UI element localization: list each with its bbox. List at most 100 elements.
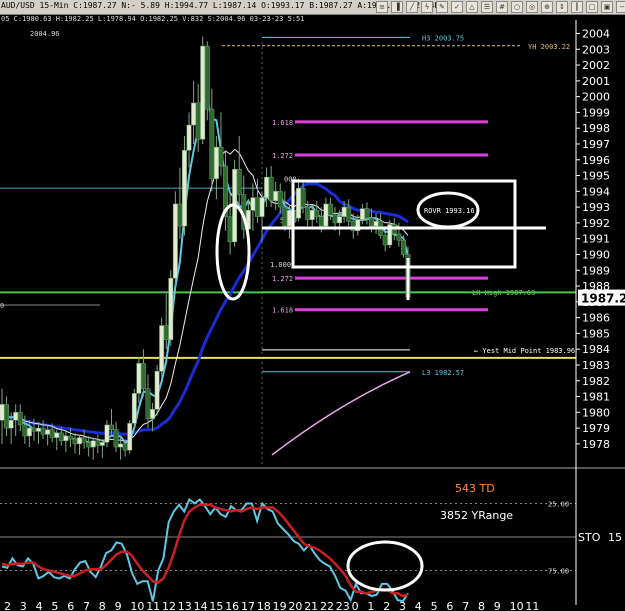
candle <box>264 176 270 198</box>
candle <box>346 206 352 222</box>
rovr-label: ROVR 1993.16 <box>424 207 475 215</box>
time-axis-label: 3 <box>20 600 27 611</box>
time-axis-label: 2 <box>383 600 390 611</box>
candle <box>186 124 192 151</box>
candle <box>45 429 51 435</box>
candle <box>373 221 379 227</box>
candle <box>296 187 301 219</box>
time-axis-label: 6 <box>446 600 453 611</box>
candle <box>26 427 32 437</box>
price-tick-label: 1997 <box>582 138 610 151</box>
fast-moving-average <box>1 97 409 445</box>
candle <box>236 168 242 195</box>
fib-level-label: 1.618 <box>272 307 293 315</box>
price-chart: 2004.96H3 2003.75YH 2003.22LH High 1987.… <box>0 30 576 466</box>
candle <box>182 150 187 227</box>
candle <box>314 210 320 217</box>
candle <box>67 435 73 440</box>
candle <box>104 424 110 443</box>
candle <box>286 210 292 227</box>
candle <box>309 210 315 220</box>
time-axis-label: 20 <box>288 600 302 611</box>
time-axis-label: 7 <box>83 600 90 611</box>
price-tick-label: 1994 <box>582 185 610 198</box>
candle <box>218 146 224 167</box>
time-axis-label: 21 <box>304 600 318 611</box>
level-label: YH 2003.22 <box>528 43 570 51</box>
price-tick-label: 2003 <box>582 43 610 56</box>
td-label: 543 TD <box>455 482 495 495</box>
time-axis-label: 18 <box>257 600 271 611</box>
candle <box>268 176 274 202</box>
candle <box>195 102 201 140</box>
candle <box>337 216 343 224</box>
left-marker-label: 0 <box>0 302 4 310</box>
fib-level-label: 1.272 <box>272 275 293 283</box>
price-tick-label: 2004 <box>582 27 610 40</box>
candle <box>327 203 333 216</box>
time-axis-label: 10 <box>510 600 524 611</box>
candle <box>150 408 155 419</box>
price-tick-label: 1982 <box>582 375 610 388</box>
time-axis-label: 17 <box>241 600 255 611</box>
price-tick-label: 1995 <box>582 170 610 183</box>
candle <box>99 442 105 446</box>
candle <box>163 325 169 340</box>
candle <box>277 191 283 208</box>
candle <box>209 108 215 179</box>
candle <box>364 208 370 219</box>
price-tick-label: 1986 <box>582 312 610 325</box>
price-tick-label: 1998 <box>582 122 610 135</box>
candle <box>0 404 5 421</box>
oscillator-panel: 25.00 75.00 STO 15 543 TD 3852 YRange <box>0 467 625 603</box>
price-tick-label: 1996 <box>582 154 610 167</box>
candle <box>49 429 55 438</box>
oscillator-ellipse <box>346 540 424 592</box>
candle <box>17 412 23 426</box>
zone-bottom-label: 1.000 <box>270 261 291 269</box>
candle <box>118 443 124 448</box>
price-tick-label: 1980 <box>582 406 610 419</box>
time-axis-label: 15 <box>209 600 223 611</box>
candle <box>36 427 41 432</box>
candle <box>369 217 374 227</box>
time-axis-label: 13 <box>178 600 192 611</box>
time-axis-label: 14 <box>194 600 208 611</box>
time-axis-label: 6 <box>67 600 74 611</box>
candle <box>200 45 206 140</box>
time-axis-label: 11 <box>525 600 539 611</box>
candle <box>282 206 288 227</box>
time-axis-label: 8 <box>478 600 485 611</box>
price-tick-label: 1989 <box>582 264 610 277</box>
candle <box>318 216 324 227</box>
time-axis-label: 7 <box>462 600 469 611</box>
time-axis-label: 9 <box>494 600 501 611</box>
candle <box>31 427 37 432</box>
time-axis-label: 4 <box>415 600 422 611</box>
price-tick-label: 1993 <box>582 201 610 214</box>
time-axis-label: 16 <box>225 600 239 611</box>
candle <box>40 427 46 435</box>
price-tick-label: 1991 <box>582 233 610 246</box>
candle <box>300 187 306 208</box>
level-label: H3 2003.75 <box>422 34 464 42</box>
time-axis-label: 4 <box>36 600 43 611</box>
chart-canvas[interactable]: 2004.96H3 2003.75YH 2003.22LH High 1987.… <box>0 0 625 611</box>
candle <box>154 371 160 410</box>
candle <box>273 191 279 202</box>
candle <box>341 206 347 217</box>
candle <box>122 443 128 451</box>
time-axis-label: 2 <box>4 600 11 611</box>
price-tick-label: 1984 <box>582 343 610 356</box>
projection-curve <box>271 371 411 456</box>
osc-level-label: 25.00 <box>548 501 569 509</box>
candle <box>323 203 329 227</box>
candle <box>127 423 133 451</box>
price-tick-label: 1985 <box>582 327 610 340</box>
candle <box>77 437 83 445</box>
candle <box>359 208 365 220</box>
candle <box>168 277 174 340</box>
osc-level-label: 75.00 <box>548 568 569 576</box>
candle <box>400 240 406 255</box>
time-axis-label: 0 <box>352 600 359 611</box>
